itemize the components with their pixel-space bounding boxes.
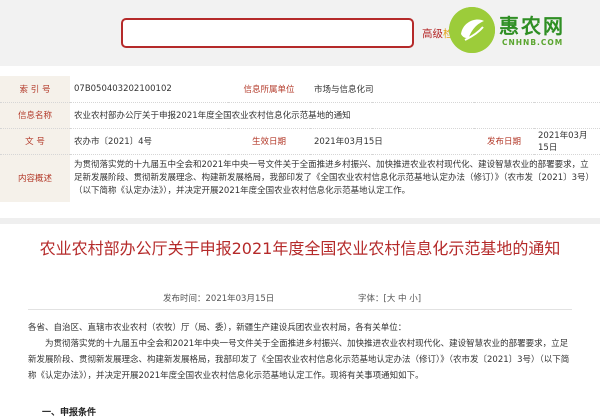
publish-label: 发布日期: [474, 127, 534, 154]
font-size-large[interactable]: 大: [387, 294, 396, 304]
publish-value: 2021年03月15日: [534, 127, 600, 154]
advanced-search-prefix: 高级: [422, 28, 443, 40]
meta-row-doc: 文 号 农办市〔2021〕4号 生效日期 2021年03月15日 发布日期 20…: [0, 127, 600, 154]
font-size-prefix: 字体：[: [358, 294, 387, 304]
dept-label: 信息所属单位: [243, 84, 295, 95]
font-size-medium[interactable]: 中: [398, 294, 407, 304]
logo-domain: CNHNB.COM: [502, 38, 564, 47]
section-divider: [0, 218, 600, 224]
article-body: 各省、自治区、直辖市农业农村（农牧）厅（局、委），新疆生产建设兵团农业农村局，各…: [28, 320, 576, 384]
name-label: 信息名称: [0, 101, 70, 128]
meta-row-name: 信息名称 农业农村部办公厅关于申报2021年度全国农业农村信息化示范基地的通知: [0, 101, 600, 128]
article-title: 农业农村部办公厅关于申报2021年度全国农业农村信息化示范基地的通知: [39, 239, 561, 258]
doc-label: 文 号: [0, 127, 70, 154]
effective-value: 2021年03月15日: [310, 127, 474, 154]
meta-row-index: 索 引 号 07B050403202100102 信息所属单位 市场与信息化司: [0, 76, 600, 102]
document-metadata-table: 索 引 号 07B050403202100102 信息所属单位 市场与信息化司 …: [0, 76, 600, 202]
meta-row-summary: 内容概述 为贯彻落实党的十九届五中全会和2021年中央一号文件关于全面推进乡村振…: [0, 153, 600, 202]
index-label: 索 引 号: [0, 76, 70, 102]
publish-date: 发布时间：2021年03月15日: [163, 294, 275, 304]
paragraph-1: 为贯彻落实党的十九届五中全会和2021年中央一号文件关于全面推进乡村振兴、加快推…: [28, 339, 570, 381]
dept-value: 市场与信息化司: [314, 84, 374, 95]
logo-leaf-icon: [449, 7, 495, 53]
font-size-suffix: ]: [417, 294, 422, 304]
greeting: 各省、自治区、直辖市农业农村（农牧）厅（局、委），新疆生产建设兵团农业农村局，各…: [28, 323, 407, 333]
site-logo[interactable]: 惠农网 CNHNB.COM: [449, 7, 595, 53]
logo-name: 惠农网: [499, 14, 565, 38]
top-bar: 高级检索 惠农网 CNHNB.COM: [0, 0, 600, 66]
effective-label: 生效日期: [228, 127, 310, 154]
doc-value: 农办市〔2021〕4号: [70, 127, 228, 154]
title-rule: [28, 309, 572, 310]
index-value: 07B050403202100102: [74, 83, 172, 94]
name-value: 农业农村部办公厅关于申报2021年度全国农业农村信息化示范基地的通知: [70, 101, 600, 128]
search-input[interactable]: [121, 18, 414, 48]
font-size-small[interactable]: 小: [409, 294, 418, 304]
font-size-control: 字体：[大 中 小]: [358, 292, 421, 304]
section-heading: 一、申报条件: [42, 408, 97, 417]
summary-value: 为贯彻落实党的十九届五中全会和2021年中央一号文件关于全面推进乡村振兴、加快推…: [70, 153, 600, 202]
summary-label: 内容概述: [0, 153, 70, 202]
